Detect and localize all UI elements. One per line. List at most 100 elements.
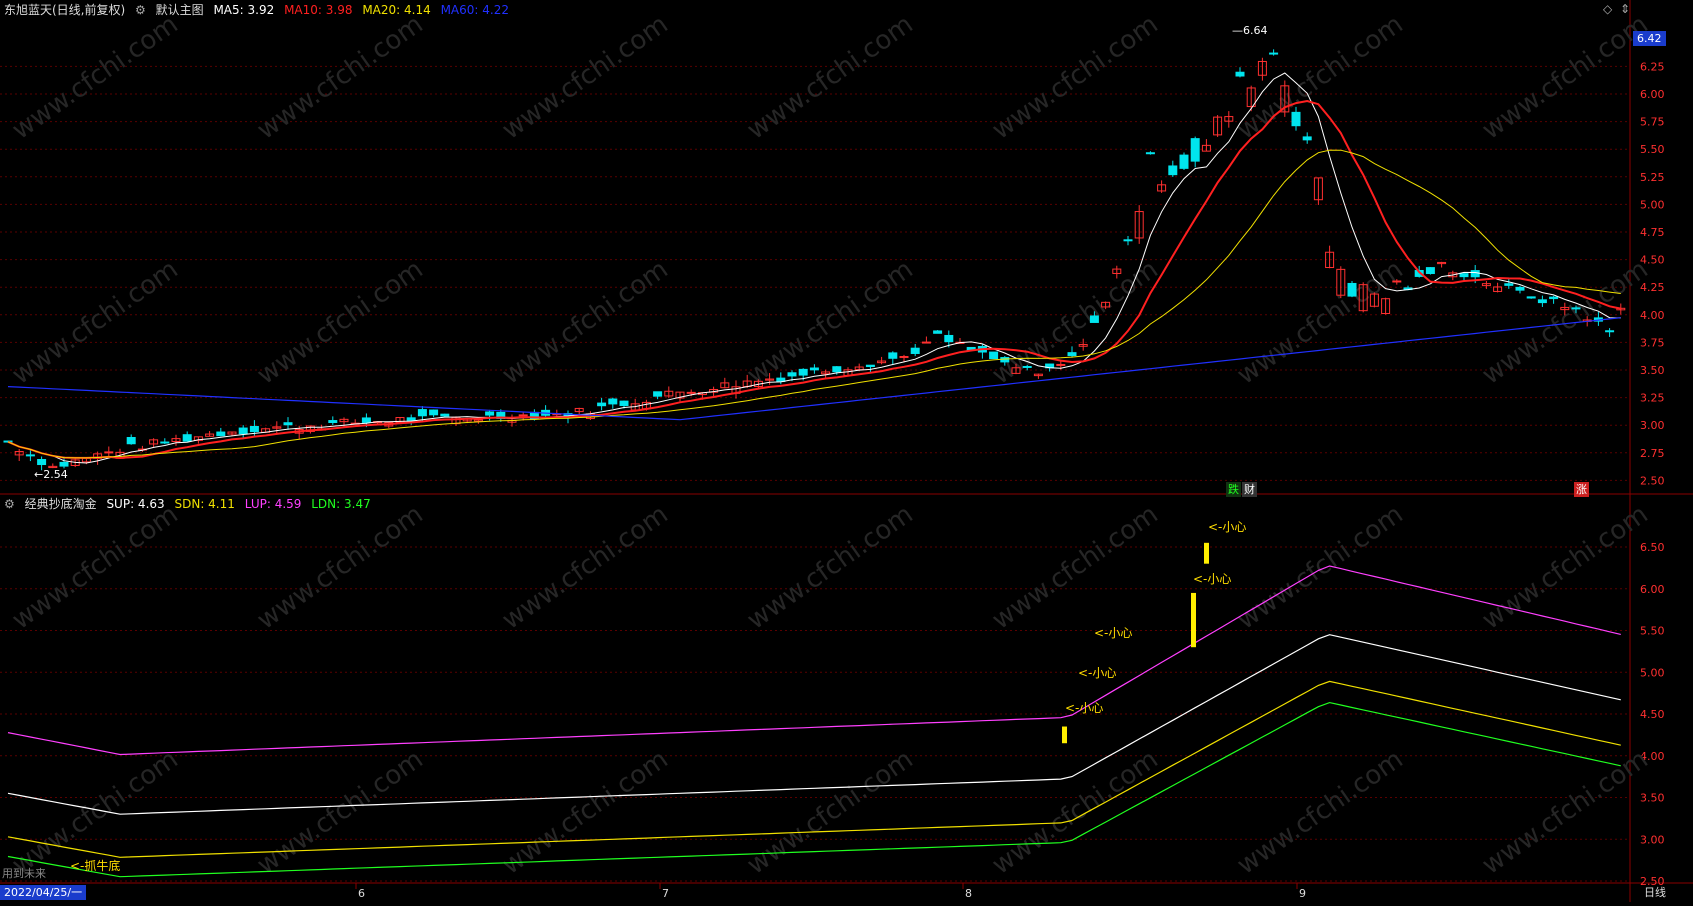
stock-title[interactable]: 东旭蓝天(日线,前复权)	[4, 3, 125, 17]
watermark: www.cfchi.com	[742, 9, 919, 145]
month-label: 8	[965, 887, 972, 900]
price-tick: 6.00	[1640, 88, 1665, 101]
candle-body	[989, 351, 999, 360]
main-chart-header: 东旭蓝天(日线,前复权) ⚙ 默认主图 MA5: 3.92 MA10: 3.98…	[4, 0, 515, 20]
watermark: www.cfchi.com	[252, 9, 429, 145]
candle-body	[1470, 270, 1480, 278]
watermark: www.cfchi.com	[742, 744, 919, 880]
ma10-label: MA10: 3.98	[284, 3, 353, 17]
watermark: www.cfchi.com	[252, 499, 429, 635]
indicator-tick: 6.00	[1640, 583, 1665, 596]
bottom-signal-label: <-抓牛底	[70, 858, 120, 873]
watermark: www.cfchi.com	[1232, 499, 1409, 635]
candle-body	[1190, 138, 1200, 162]
candle-body	[1291, 111, 1301, 127]
candle-body	[160, 441, 170, 444]
caution-label: <-小心	[1094, 626, 1132, 640]
kline-chart-canvas[interactable]: 6.25 6.00 5.75 5.50 5.25 5.00 4.75 4.50 4.25 4.00…	[0, 0, 1693, 902]
candle-body	[1347, 282, 1357, 297]
candle-body	[1526, 296, 1536, 299]
indicator-header: ⚙ 经典抄底淘金 SUP: 4.63 SDN: 4.11 LUP: 4.59 L…	[4, 494, 377, 514]
caution-bar	[1062, 726, 1067, 744]
price-tick: 3.50	[1640, 364, 1665, 377]
price-tick: 4.75	[1640, 226, 1665, 239]
candle-body	[182, 434, 192, 442]
candle-body	[328, 420, 338, 423]
candle-body	[1089, 315, 1099, 323]
price-tick: 2.75	[1640, 447, 1665, 460]
candle-body	[1145, 152, 1155, 155]
candle-body	[25, 454, 35, 457]
candle-body	[944, 334, 954, 343]
candle-body	[798, 368, 808, 376]
caution-label: <-小心	[1078, 666, 1116, 680]
watermark: www.cfchi.com	[497, 499, 674, 635]
indicator-name[interactable]: 经典抄底淘金	[25, 497, 97, 511]
candle-body	[1302, 136, 1312, 141]
candle-body	[1459, 273, 1469, 278]
chart-svg: 6.256.005.755.505.255.004.754.504.254.00…	[0, 0, 1693, 902]
watermark: www.cfchi.com	[987, 9, 1164, 145]
indicator-tick: 4.50	[1640, 708, 1665, 721]
price-tick: 5.00	[1640, 198, 1665, 211]
watermark: www.cfchi.com	[497, 9, 674, 145]
ma5-label: MA5: 3.92	[213, 3, 275, 17]
candle-body	[619, 400, 629, 407]
watermark: www.cfchi.com	[252, 744, 429, 880]
high-label: —6.64	[1232, 24, 1268, 37]
price-tick: 5.75	[1640, 116, 1665, 129]
candle-body	[787, 372, 797, 377]
caution-label: <-小心	[1208, 520, 1246, 534]
candle-body	[126, 437, 136, 445]
main-chart-label[interactable]: 默认主图	[156, 3, 204, 17]
price-tick: 3.75	[1640, 336, 1665, 349]
watermark: www.cfchi.com	[1477, 744, 1654, 880]
candle-body	[1605, 330, 1615, 333]
low-label: ←2.54	[34, 468, 68, 481]
watermark: www.cfchi.com	[987, 744, 1164, 880]
sdn-label: SDN: 4.11	[174, 497, 235, 511]
candle-body	[1537, 299, 1547, 304]
indicator-tick: 3.00	[1640, 833, 1665, 846]
diamond-icon[interactable]: ◇	[1603, 2, 1612, 16]
indicator-tick: 5.50	[1640, 625, 1665, 638]
finance-badge: 财	[1242, 482, 1257, 497]
candle-body	[686, 391, 696, 394]
candle-body	[832, 366, 842, 373]
sup-label: SUP: 4.63	[106, 497, 165, 511]
caution-bar	[1204, 542, 1209, 564]
month-label: 7	[662, 887, 669, 900]
price-tick: 3.25	[1640, 392, 1665, 405]
price-tick: 2.50	[1640, 474, 1665, 487]
candle-body	[1123, 239, 1133, 242]
candle-body	[1425, 267, 1435, 275]
price-tick: 4.00	[1640, 309, 1665, 322]
candle-body	[283, 422, 293, 426]
candle-body	[809, 367, 819, 371]
watermark: www.cfchi.com	[7, 499, 184, 635]
candle-body	[921, 341, 931, 344]
expand-icon[interactable]: ⇕	[1620, 2, 1630, 16]
candle-body	[249, 425, 259, 433]
ma20-label: MA20: 4.14	[362, 3, 431, 17]
candle-body	[597, 402, 607, 407]
price-tick: 5.50	[1640, 143, 1665, 156]
ma60-label: MA60: 4.22	[440, 3, 509, 17]
current-price-tag: 6.42	[1633, 31, 1666, 46]
candle-body	[59, 461, 69, 467]
indicator-tick: 5.00	[1640, 666, 1665, 679]
ldn-label: LDN: 3.47	[311, 497, 371, 511]
candle-body	[361, 417, 371, 423]
period-label[interactable]: 日线	[1640, 885, 1670, 900]
candle-body	[1549, 296, 1559, 300]
candle-body	[104, 451, 114, 454]
candle-body	[37, 459, 47, 466]
watermark: www.cfchi.com	[987, 499, 1164, 635]
candle-body	[1168, 165, 1178, 176]
candle-body	[1571, 307, 1581, 310]
indicator-tick: 3.50	[1640, 792, 1665, 805]
candle-body	[216, 431, 226, 437]
gear-icon[interactable]: ⚙	[135, 3, 146, 17]
start-date-label: 2022/04/25/一	[0, 885, 87, 900]
gear-icon[interactable]: ⚙	[4, 497, 15, 511]
